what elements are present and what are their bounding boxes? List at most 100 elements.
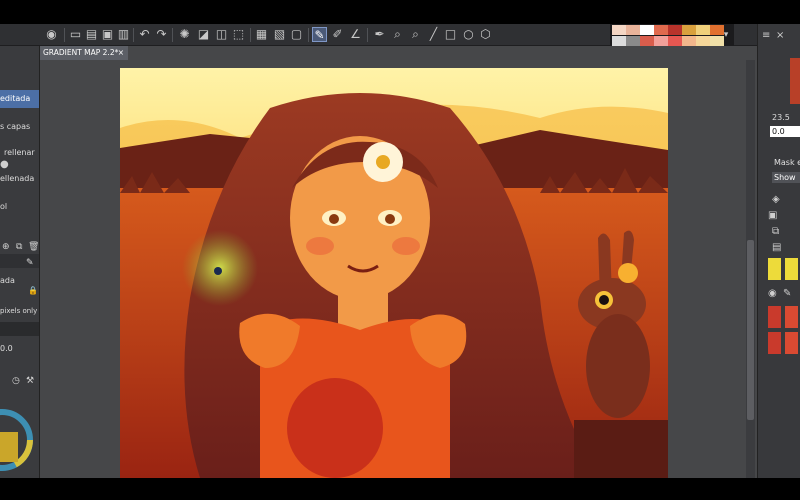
menu-icon[interactable]: ≡ <box>762 30 770 41</box>
pen-icon[interactable]: ✎ <box>783 288 791 299</box>
rotation-value[interactable]: 0.0 <box>770 126 800 137</box>
transform-icon[interactable]: ⬚ <box>231 27 246 42</box>
left-panel-item-label: ol <box>0 202 8 211</box>
eye-icon[interactable]: ◉ <box>768 288 777 299</box>
save-icon[interactable]: ▣ <box>100 27 115 42</box>
left-panel-item-ol[interactable]: ol <box>0 198 39 216</box>
layer-mode-row[interactable]: ✎ <box>0 254 39 268</box>
rotation-value-text: 0.0 <box>772 127 785 136</box>
color-swatch[interactable] <box>668 36 682 46</box>
left-panel-item-label: pixels only <box>0 307 38 315</box>
left-panel-item-label: 0.0 <box>0 344 13 353</box>
copy-layer-icon[interactable]: ⧉ <box>16 242 22 252</box>
left-panel-item-capas[interactable]: s capas <box>0 118 39 136</box>
color-swatch[interactable] <box>626 25 640 35</box>
layer-thumbnail[interactable] <box>785 306 798 328</box>
layer-thumbnail[interactable] <box>785 332 798 354</box>
layers-icon[interactable]: ◈ <box>772 194 780 205</box>
eyedropper-icon[interactable]: ⌕ <box>408 27 423 42</box>
left-panel-item-label: s capas <box>0 122 31 131</box>
toolbar-divider <box>250 28 251 42</box>
wrench-icon[interactable]: ⚒ <box>26 376 34 386</box>
pen-icon[interactable]: ✒ <box>372 27 387 42</box>
navigator-thumbnail[interactable] <box>790 58 800 104</box>
tab-gradient-map[interactable]: GRADIENT MAP 2.2* × <box>40 46 128 60</box>
color-swatch[interactable] <box>626 36 640 46</box>
selection-icon[interactable]: ▢ <box>289 27 304 42</box>
line-icon[interactable]: ╱ <box>426 27 441 42</box>
left-panel-item-pixels-only[interactable]: pixels only <box>0 302 39 320</box>
left-panel-item-value[interactable]: 0.0 <box>0 340 39 358</box>
polygon-icon[interactable]: ⬡ <box>478 27 493 42</box>
artwork-canvas[interactable] <box>120 68 668 478</box>
ruler-icon[interactable]: ✎ <box>312 27 327 42</box>
copy-icon[interactable]: ⧉ <box>772 226 779 237</box>
new-layer-icon[interactable]: ⊕ <box>2 242 10 252</box>
color-swatch[interactable] <box>654 25 668 35</box>
clear-icon[interactable]: ◫ <box>214 27 229 42</box>
deselect-icon[interactable]: ▦ <box>254 27 269 42</box>
menu-icon[interactable]: ◉ <box>44 27 59 42</box>
chevron-down-icon[interactable]: ▾ <box>720 28 732 43</box>
color-swatch[interactable] <box>612 36 626 46</box>
angle-ruler-icon[interactable]: ∠ <box>348 27 363 42</box>
left-panel-item-editada[interactable]: editada <box>0 90 39 108</box>
clock-icon[interactable]: ◷ <box>12 376 20 386</box>
undo-icon[interactable]: ↶ <box>137 27 152 42</box>
toolbar-divider <box>308 28 309 42</box>
color-swatch[interactable] <box>640 36 654 46</box>
toolbar-divider <box>367 28 368 42</box>
fill-icon[interactable]: ◪ <box>196 27 211 42</box>
color-wheel[interactable] <box>0 400 40 478</box>
rectangle-icon[interactable]: □ <box>443 27 458 42</box>
spinner-icon[interactable]: ✺ <box>177 27 192 42</box>
show-button[interactable]: Show <box>772 172 800 183</box>
redo-icon[interactable]: ↷ <box>154 27 169 42</box>
select-brush-icon[interactable]: ✐ <box>330 27 345 42</box>
color-swatch[interactable] <box>682 36 696 46</box>
toolbar-divider <box>172 28 173 42</box>
color-swatch[interactable] <box>654 36 668 46</box>
layer-thumbnail[interactable] <box>768 332 781 354</box>
color-swatch[interactable] <box>682 25 696 35</box>
open-folder-icon[interactable]: ▤ <box>84 27 99 42</box>
toggle-icon[interactable]: ● <box>0 159 9 170</box>
opacity-field[interactable] <box>0 322 39 336</box>
color-swatch[interactable] <box>640 25 654 35</box>
ellipse-icon[interactable]: ○ <box>461 27 476 42</box>
pen-icon: ✎ <box>26 258 34 268</box>
close-icon[interactable]: × <box>118 46 124 60</box>
left-panel-item-rellenada[interactable]: ellenada <box>0 170 39 188</box>
lock-icon[interactable]: 🔒 <box>28 286 38 295</box>
right-side-panel: ≡ × 23.5 0.0 Mask e Show ◈ ▣ ⧉ ▤ ◉ ✎ <box>757 24 800 478</box>
mask-icon[interactable]: ▤ <box>772 242 781 253</box>
save-as-icon[interactable]: ▥ <box>116 27 131 42</box>
left-panel-item-label: ada <box>0 276 15 285</box>
canvas-vertical-scrollbar[interactable] <box>746 60 755 478</box>
color-set-palette[interactable]: ▾ <box>610 24 734 48</box>
color-swatch[interactable] <box>612 25 626 35</box>
window-topbar <box>0 0 800 24</box>
layer-color-swatch[interactable] <box>768 258 781 280</box>
trash-icon[interactable]: 🗑 <box>28 242 39 252</box>
color-swatch[interactable] <box>696 25 710 35</box>
tab-title: GRADIENT MAP 2.2* <box>43 48 119 57</box>
new-file-icon[interactable]: ▭ <box>68 27 83 42</box>
close-icon[interactable]: × <box>776 30 784 41</box>
zoom-value[interactable]: 23.5 <box>770 112 800 123</box>
zoom-value-text: 23.5 <box>772 113 790 122</box>
color-swatch[interactable] <box>668 25 682 35</box>
scrollbar-thumb[interactable] <box>747 240 754 420</box>
invert-selection-icon[interactable]: ▧ <box>272 27 287 42</box>
left-tool-panel: editada s capas rellenar ● ellenada ol ⊕… <box>0 46 40 478</box>
color-swatch[interactable] <box>696 36 710 46</box>
layer-color-swatch[interactable] <box>785 258 798 280</box>
left-panel-item-label: rellenar <box>4 148 35 157</box>
layer-option-icon[interactable]: ▣ <box>768 210 777 221</box>
zoom-icon[interactable]: ⌕ <box>390 27 405 42</box>
daisy-flower <box>363 142 403 182</box>
toolbar-divider <box>133 28 134 42</box>
document-area: GRADIENT MAP 2.2* × <box>40 46 757 478</box>
left-panel-item-label: ellenada <box>0 174 35 183</box>
layer-thumbnail[interactable] <box>768 306 781 328</box>
